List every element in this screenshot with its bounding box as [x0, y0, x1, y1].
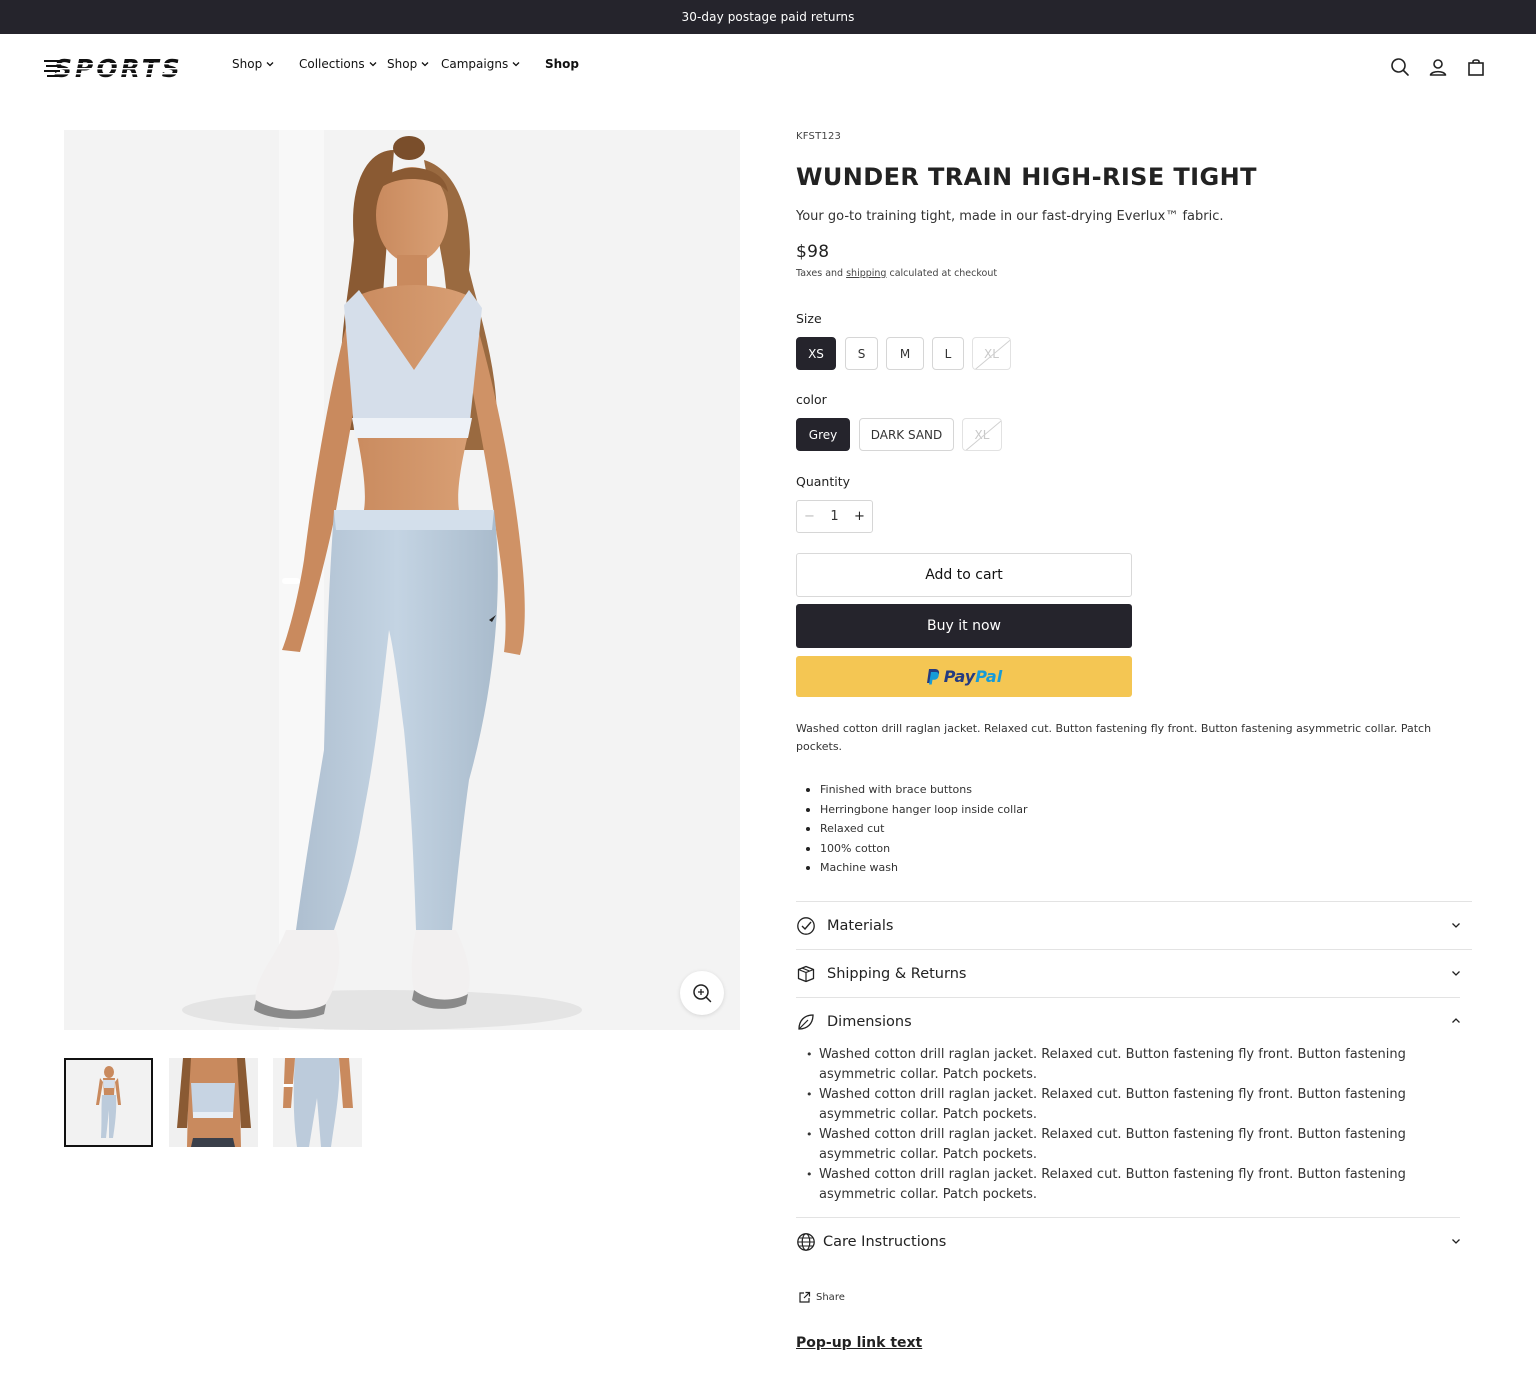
chevron-down-icon[interactable] — [1450, 919, 1462, 931]
leaf-icon — [798, 1014, 814, 1030]
search-icon[interactable] — [1389, 56, 1411, 78]
feature-item: Herringbone hanger loop inside collar — [796, 800, 1028, 820]
site-header: SPORTS Shop Collections Shop Campaigns S… — [0, 34, 1536, 98]
buy-now-button[interactable]: Buy it now — [796, 604, 1132, 648]
taxes-prefix: Taxes and — [796, 268, 847, 279]
feature-item: Machine wash — [796, 858, 1028, 878]
popup-link[interactable]: Pop-up link text — [796, 1335, 922, 1351]
feature-list: Finished with brace buttons Herringbone … — [796, 780, 1028, 878]
chevron-down-icon — [369, 62, 377, 67]
globe-icon — [797, 1233, 815, 1251]
dimensions-item: Washed cotton drill raglan jacket. Relax… — [806, 1085, 1406, 1125]
product-photo — [64, 130, 740, 1030]
chevron-down-icon — [266, 62, 274, 67]
paypal-pay-text: Pay — [943, 667, 976, 686]
size-label: Size — [796, 311, 822, 326]
paypal-pal-text: Pal — [975, 667, 1003, 686]
feature-item: Finished with brace buttons — [796, 780, 1028, 800]
brand-logo[interactable]: SPORTS — [44, 54, 202, 82]
announcement-text: 30-day postage paid returns — [681, 10, 855, 24]
product-price: $98 — [796, 242, 830, 262]
accordion-title: Shipping & Returns — [827, 966, 967, 982]
color-option-dark-sand[interactable]: DARK SAND — [859, 418, 954, 451]
zoom-button[interactable] — [680, 971, 724, 1015]
color-option-unavailable[interactable]: XL — [962, 418, 1002, 451]
divider — [796, 997, 1460, 998]
shipping-link[interactable]: shipping — [846, 268, 886, 279]
nav-item-label: Collections — [299, 57, 365, 71]
thumbnail-image — [273, 1058, 362, 1147]
quantity-label: Quantity — [796, 474, 851, 489]
dimensions-item: Washed cotton drill raglan jacket. Relax… — [806, 1165, 1406, 1205]
thumbnail-top[interactable] — [169, 1058, 258, 1147]
nav-item-label: Shop — [545, 57, 580, 71]
product-description: Washed cotton drill raglan jacket. Relax… — [796, 722, 1432, 753]
chevron-down-icon[interactable] — [1450, 967, 1462, 979]
color-label: color — [796, 392, 827, 407]
quantity-decrease-button[interactable]: − — [797, 509, 822, 524]
product-main-image[interactable] — [64, 130, 740, 1030]
product-sku: KFST123 — [796, 131, 842, 142]
divider — [796, 949, 1472, 950]
accordion-care-instructions[interactable]: Care Instructions — [796, 1230, 946, 1254]
thumbnail-full-body[interactable] — [64, 1058, 153, 1147]
product-tagline: Your go-to training tight, made in our f… — [796, 209, 1224, 224]
size-option-s[interactable]: S — [845, 337, 878, 370]
nav-item-shop-2[interactable]: Shop — [387, 57, 430, 71]
zoom-in-icon — [693, 984, 712, 1003]
paypal-wordmark: PayPal — [944, 667, 1002, 686]
chevron-up-icon[interactable] — [1450, 1015, 1462, 1027]
nav-item-label: Shop — [232, 57, 263, 71]
feature-item: 100% cotton — [796, 839, 1028, 859]
product-title: WUNDER TRAIN HIGH-RISE TIGHT — [796, 163, 1257, 191]
accordion-shipping-returns[interactable]: Shipping & Returns — [796, 962, 966, 986]
share-icon — [799, 1291, 811, 1303]
announcement-bar: 30-day postage paid returns — [0, 0, 1536, 34]
paypal-icon — [926, 668, 939, 684]
chevron-down-icon — [421, 62, 429, 67]
nav-item-collections[interactable]: Collections — [299, 57, 378, 71]
accordion-title: Materials — [827, 918, 894, 934]
share-button[interactable]: Share — [798, 1291, 845, 1304]
color-option-grey[interactable]: Grey — [796, 418, 850, 451]
add-to-cart-button[interactable]: Add to cart — [796, 553, 1132, 597]
taxes-note: Taxes and shipping calculated at checkou… — [796, 268, 997, 279]
feature-item: Relaxed cut — [796, 819, 1028, 839]
cart-icon[interactable] — [1465, 56, 1487, 78]
share-label: Share — [816, 1292, 845, 1303]
nav-item-label: Shop — [387, 57, 418, 71]
nav-item-shop-3[interactable]: Shop — [545, 57, 579, 71]
quantity-increase-button[interactable]: + — [847, 509, 872, 524]
divider — [796, 1217, 1460, 1218]
chevron-down-icon[interactable] — [1450, 1235, 1462, 1247]
thumbnail-image — [66, 1060, 151, 1145]
accordion-materials[interactable]: Materials — [796, 914, 893, 938]
size-option-xs[interactable]: XS — [796, 337, 836, 370]
taxes-suffix: calculated at checkout — [886, 268, 998, 279]
nav-item-label: Campaigns — [441, 57, 509, 71]
account-icon[interactable] — [1427, 56, 1449, 78]
divider — [796, 901, 1472, 902]
size-option-xl-unavailable[interactable]: XL — [972, 337, 1011, 370]
thumbnail-legs[interactable] — [273, 1058, 362, 1147]
dimensions-item: Washed cotton drill raglan jacket. Relax… — [806, 1045, 1406, 1085]
accordion-title: Care Instructions — [823, 1234, 947, 1250]
size-option-m[interactable]: M — [886, 337, 924, 370]
chevron-down-icon — [512, 62, 520, 67]
accordion-title: Dimensions — [827, 1014, 912, 1030]
box-icon — [797, 965, 815, 983]
check-circle-icon — [797, 917, 815, 935]
paypal-button[interactable]: PayPal — [796, 656, 1132, 697]
dimensions-item: Washed cotton drill raglan jacket. Relax… — [806, 1125, 1406, 1165]
size-option-l[interactable]: L — [932, 337, 964, 370]
accordion-dimensions[interactable]: Dimensions — [796, 1010, 912, 1034]
quantity-input[interactable]: 1 — [822, 509, 847, 524]
nav-item-campaigns[interactable]: Campaigns — [441, 57, 521, 71]
dimensions-list: Washed cotton drill raglan jacket. Relax… — [806, 1045, 1406, 1205]
nav-item-shop[interactable]: Shop — [232, 57, 275, 71]
thumbnail-image — [169, 1058, 258, 1147]
quantity-stepper: − 1 + — [796, 500, 873, 533]
